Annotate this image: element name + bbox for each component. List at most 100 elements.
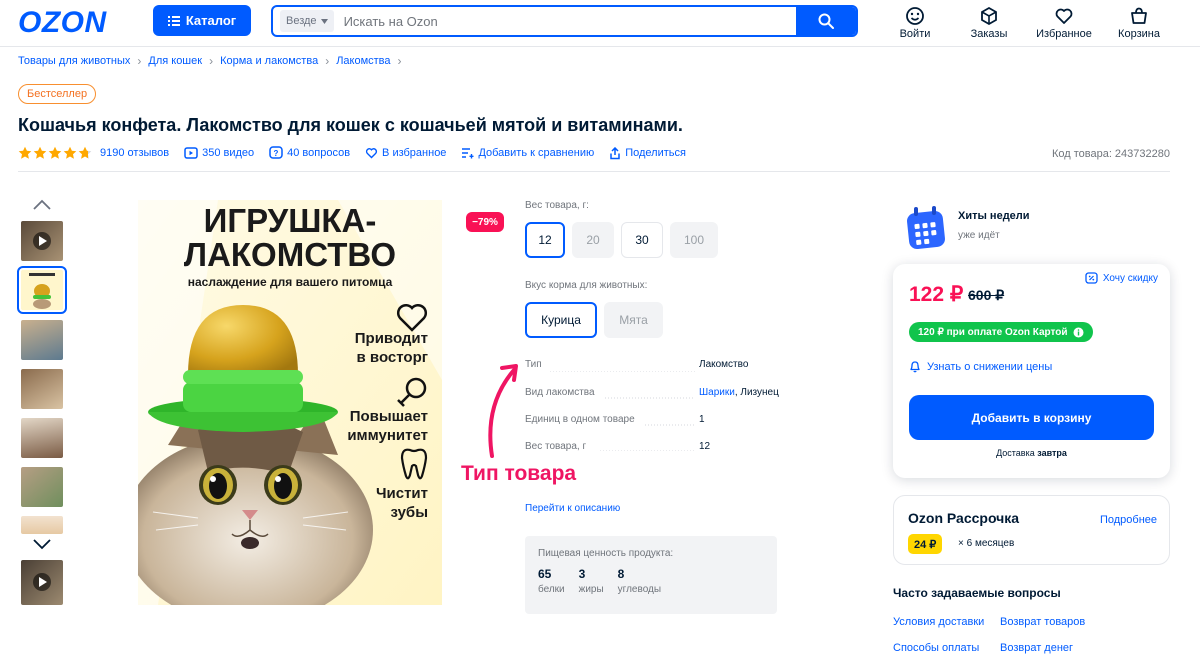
chevron-up-icon[interactable] <box>33 199 51 210</box>
calendar-icon[interactable] <box>905 205 949 251</box>
header-divider <box>0 46 1200 47</box>
caret-down-icon <box>320 18 328 24</box>
weight-option-30[interactable]: 30 <box>621 222 663 258</box>
installment-title: Ozon Рассрочка <box>908 510 1020 526</box>
search-scope-label: Везде <box>286 15 317 27</box>
search-submit-button[interactable] <box>796 7 856 35</box>
breadcrumb-item[interactable]: Лакомства <box>336 55 390 67</box>
star-icon <box>33 146 47 159</box>
delivery-info: Доставка завтра <box>893 448 1170 458</box>
faq-link-refund[interactable]: Возврат денег <box>1000 642 1073 654</box>
hero-headline-line: ЛАКОМСТВО <box>183 236 397 273</box>
hero-headline: ИГРУШКА- ЛАКОМСТВО <box>138 204 442 272</box>
search-icon <box>818 13 834 29</box>
thumbnail-video[interactable] <box>21 560 63 605</box>
want-discount-link[interactable]: Хочу скидку <box>1085 272 1158 285</box>
product-meta-row: 9190 отзывов 350 видео ? 40 вопросов В и… <box>18 146 701 160</box>
thumbnail-image[interactable] <box>21 369 63 409</box>
chevron-right-icon: › <box>209 54 214 68</box>
nutrition-item: 65 белки <box>538 567 565 595</box>
flavor-option-mint[interactable]: Мята <box>604 302 663 338</box>
info-icon <box>1073 327 1084 337</box>
play-icon <box>33 573 51 591</box>
benefit-line: Приводит <box>354 330 428 347</box>
smile-icon <box>906 7 924 25</box>
box-icon <box>981 6 997 26</box>
share-link[interactable]: Поделиться <box>609 146 686 160</box>
current-price: 122 ₽ <box>909 283 964 306</box>
ozon-card-price-badge[interactable]: 120 ₽ при оплате Ozon Картой <box>909 322 1093 342</box>
compare-link[interactable]: Добавить к сравнению <box>461 147 594 159</box>
header-favorites-label: Избранное <box>1036 28 1092 40</box>
reviews-link[interactable]: 9190 отзывов <box>100 147 169 159</box>
bag-icon <box>1131 7 1147 24</box>
questions-count: 40 вопросов <box>287 147 351 159</box>
chevron-right-icon: › <box>137 54 142 68</box>
faq-link-returns[interactable]: Возврат товаров <box>1000 616 1085 628</box>
hits-title[interactable]: Хиты недели <box>958 210 1030 222</box>
thumbnail-image[interactable] <box>21 467 63 507</box>
add-to-cart-button[interactable]: Добавить в корзину <box>909 395 1154 440</box>
header-login-label: Войти <box>899 28 931 40</box>
flavor-option-label: Вкус корма для животных: <box>525 280 648 291</box>
bell-icon <box>910 361 920 373</box>
weight-option-label: Вес товара, г: <box>525 200 589 211</box>
header-favorites[interactable]: Избранное <box>1034 6 1094 40</box>
price-drop-notify-link[interactable]: Узнать о снижении цены <box>909 360 1052 373</box>
product-main-image[interactable]: ИГРУШКА- ЛАКОМСТВО наслаждение для вашег… <box>138 200 442 605</box>
weight-option-20[interactable]: 20 <box>572 222 614 258</box>
product-thumbnail-icon <box>21 270 63 310</box>
heart-icon <box>1055 8 1073 24</box>
videos-link[interactable]: 350 видео <box>184 147 254 159</box>
svg-text:?: ? <box>274 149 279 158</box>
discount-badge: −79% <box>466 212 504 232</box>
thumbnail-video[interactable] <box>21 221 63 261</box>
header-cart[interactable]: Корзина <box>1109 6 1169 40</box>
question-icon: ? <box>269 146 283 159</box>
thumbnail-image[interactable] <box>21 516 63 534</box>
nutrition-label: жиры <box>578 584 604 595</box>
header-login[interactable]: Войти <box>885 6 945 40</box>
search-input[interactable] <box>333 7 796 35</box>
thumbnail-image[interactable] <box>21 320 63 360</box>
chevron-down-icon[interactable] <box>33 539 51 550</box>
percent-chat-icon <box>1085 272 1098 284</box>
thumbnail-image[interactable] <box>21 418 63 458</box>
product-code: Код товара: 243732280 <box>1051 148 1170 160</box>
flavor-option-chicken[interactable]: Курица <box>525 302 597 338</box>
faq-link-delivery[interactable]: Условия доставки <box>893 616 984 628</box>
share-icon <box>610 146 620 159</box>
rating-stars[interactable] <box>18 146 92 160</box>
breadcrumb-item[interactable]: Корма и лакомства <box>220 55 318 67</box>
share-label: Поделиться <box>625 147 686 159</box>
installment-more-link[interactable]: Подробнее <box>1100 514 1157 526</box>
weight-option-12[interactable]: 12 <box>525 222 565 258</box>
heart-icon <box>366 148 378 159</box>
weight-option-100[interactable]: 100 <box>670 222 718 258</box>
product-title: Кошачья конфета. Лакомство для кошек с к… <box>18 115 683 135</box>
faq-link-payment[interactable]: Способы оплаты <box>893 642 979 654</box>
nutrition-label: белки <box>538 584 565 595</box>
catalog-button[interactable]: Каталог <box>153 5 251 36</box>
thumbnail-image[interactable] <box>17 266 67 314</box>
goto-description-link[interactable]: Перейти к описанию <box>525 503 620 514</box>
compare-label: Добавить к сравнению <box>478 147 595 159</box>
ozon-logo[interactable]: OZON <box>18 6 107 40</box>
ozon-card-price-label: 120 ₽ при оплате Ozon Картой <box>918 326 1068 338</box>
hits-subtitle: уже идёт <box>958 230 1000 241</box>
nutrition-item: 8 углеводы <box>618 567 661 595</box>
play-icon <box>33 232 51 250</box>
characteristic-value: 12 <box>699 441 711 452</box>
breadcrumb-item[interactable]: Для кошек <box>148 55 202 67</box>
characteristic-value-link[interactable]: Шарики <box>699 387 735 398</box>
characteristic-value: Лакомство <box>699 359 749 370</box>
favorite-link[interactable]: В избранное <box>365 147 446 159</box>
questions-link[interactable]: ? 40 вопросов <box>269 146 350 160</box>
hero-headline-line: ИГРУШКА- <box>203 202 377 239</box>
breadcrumb-item[interactable]: Товары для животных <box>18 55 130 67</box>
header-orders[interactable]: Заказы <box>959 6 1019 40</box>
search-scope-select[interactable]: Везде <box>280 10 334 32</box>
installment-card[interactable]: Ozon Рассрочка Подробнее 24 ₽ × 6 месяце… <box>893 495 1170 565</box>
chevron-right-icon: › <box>325 54 330 68</box>
meta-divider <box>18 171 1170 172</box>
